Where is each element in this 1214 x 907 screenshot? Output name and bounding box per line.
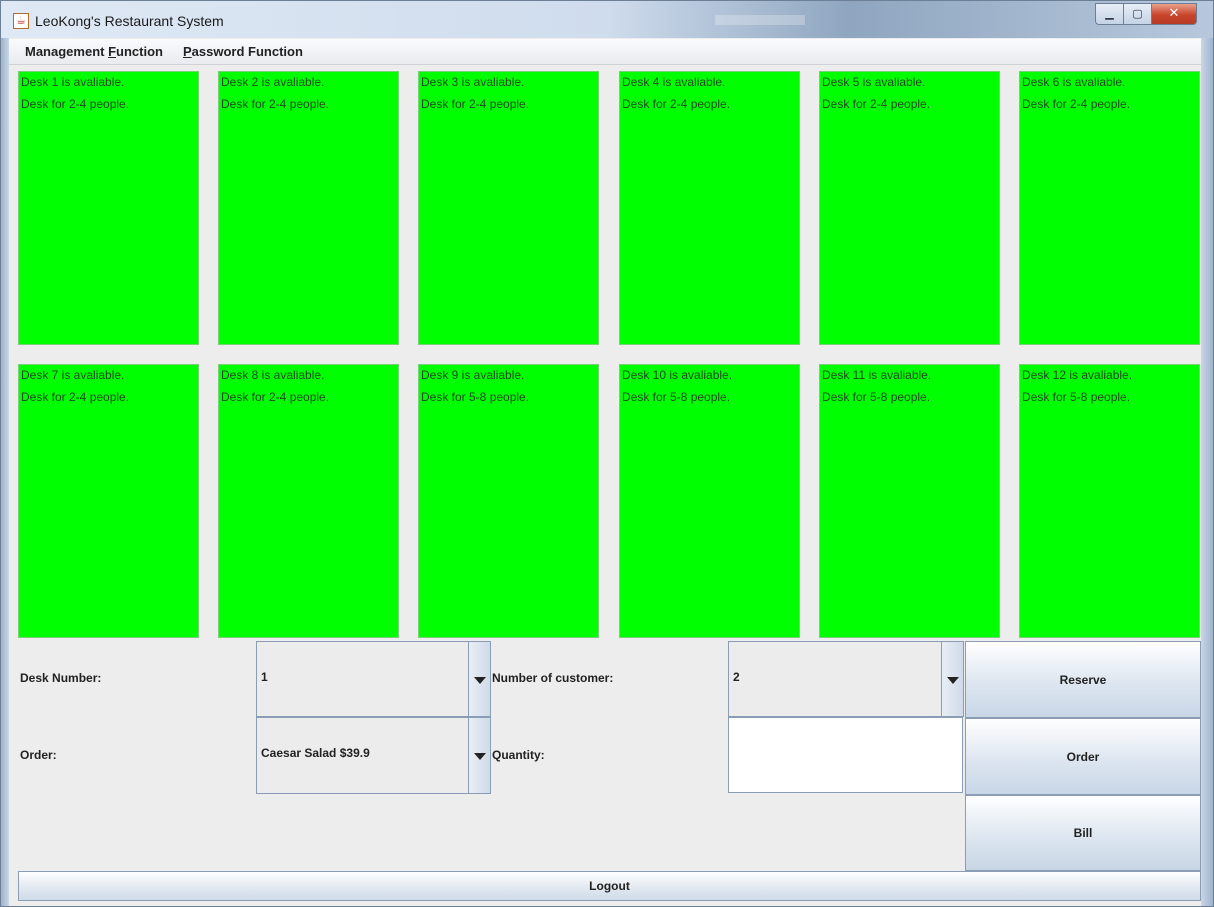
desk-status: Desk 6 is avaliable. (1022, 75, 1126, 89)
menu-password-function[interactable]: Password Function (183, 44, 303, 59)
desk-status: Desk 3 is avaliable. (421, 75, 525, 89)
chevron-down-icon[interactable] (468, 718, 490, 793)
menu-bar: Management Function Password Function (9, 39, 1201, 65)
menu-management-function[interactable]: Management Function (25, 44, 163, 59)
desk-11[interactable]: Desk 11 is avaliable. Desk for 5-8 people… (819, 364, 1000, 638)
menu-text: Management (25, 44, 109, 59)
desk-number-select[interactable]: 1 (256, 641, 491, 717)
logout-button[interactable]: Logout (18, 871, 1201, 901)
chevron-down-icon[interactable] (941, 642, 963, 716)
bill-button-label: Bill (1073, 826, 1093, 840)
desk-3[interactable]: Desk 3 is avaliable. Desk for 2-4 people. (418, 71, 599, 345)
desk-status: Desk 4 is avaliable. (622, 75, 726, 89)
close-icon[interactable]: ✕ (1151, 3, 1197, 25)
order-button-label: Order (1066, 749, 1100, 764)
desk-capacity: Desk for 5-8 people. (822, 390, 931, 404)
menu-mnemonic: F (108, 44, 117, 59)
desk-status: Desk 8 is avaliable. (221, 368, 325, 382)
window-title: LeoKong's Restaurant System (35, 13, 224, 29)
desk-1[interactable]: Desk 1 is avaliable. Desk for 2-4 people. (18, 71, 199, 345)
java-app-icon: ☕ (13, 13, 29, 29)
title-bar[interactable]: ☕ LeoKong's Restaurant System ▁ ▢ ✕ (1, 1, 1213, 38)
menu-text: unction (116, 44, 163, 59)
desk-status: Desk 2 is avaliable. (221, 75, 325, 89)
menu-mnemonic: P (183, 44, 192, 59)
desk-capacity: Desk for 5-8 people. (421, 390, 530, 404)
desk-9[interactable]: Desk 9 is avaliable. Desk for 5-8 people. (418, 364, 599, 638)
order-value: Caesar Salad $39.9 (261, 746, 370, 760)
desk-6[interactable]: Desk 6 is avaliable. Desk for 2-4 people. (1019, 71, 1200, 345)
desk-4[interactable]: Desk 4 is avaliable. Desk for 2-4 people. (619, 71, 800, 345)
maximize-icon[interactable]: ▢ (1123, 3, 1151, 25)
quantity-input[interactable] (728, 717, 963, 793)
order-button[interactable]: Order (965, 718, 1201, 795)
bill-button[interactable]: Bill (965, 795, 1201, 871)
customers-label: Number of customer: (492, 671, 614, 685)
desk-5[interactable]: Desk 5 is avaliable. Desk for 2-4 people. (819, 71, 1000, 345)
desk-status: Desk 11 is avaliable. (822, 368, 932, 382)
desk-status: Desk 5 is avaliable. (822, 75, 926, 89)
desk-capacity: Desk for 2-4 people. (421, 97, 530, 111)
quantity-label: Quantity: (492, 748, 545, 762)
app-window: ☕ LeoKong's Restaurant System ▁ ▢ ✕ Mana… (0, 0, 1214, 907)
minimize-icon[interactable]: ▁ (1095, 3, 1123, 25)
desk-capacity: Desk for 2-4 people. (1022, 97, 1131, 111)
chevron-down-icon[interactable] (468, 642, 490, 716)
order-select[interactable]: Caesar Salad $39.9 (256, 717, 491, 794)
desk-status: Desk 1 is avaliable. (21, 75, 125, 89)
desk-status: Desk 10 is avaliable. (622, 368, 733, 382)
desk-10[interactable]: Desk 10 is avaliable. Desk for 5-8 people… (619, 364, 800, 638)
desk-capacity: Desk for 2-4 people. (822, 97, 931, 111)
desk-capacity: Desk for 2-4 people. (21, 97, 130, 111)
desk-8[interactable]: Desk 8 is avaliable. Desk for 2-4 people. (218, 364, 399, 638)
customers-value: 2 (733, 670, 740, 684)
desk-capacity: Desk for 5-8 people. (622, 390, 731, 404)
window-right-border (1201, 38, 1213, 906)
window-controls: ▁ ▢ ✕ (1095, 3, 1197, 25)
customers-select[interactable]: 2 (728, 641, 964, 717)
desk-capacity: Desk for 2-4 people. (622, 97, 731, 111)
reserve-button[interactable]: Reserve (965, 641, 1201, 718)
titlebar-reflection (715, 15, 805, 25)
desk-capacity: Desk for 2-4 people. (221, 97, 330, 111)
desk-number-label: Desk Number: (20, 671, 102, 685)
desk-12[interactable]: Desk 12 is avaliable. Desk for 5-8 people… (1019, 364, 1200, 638)
reserve-button-label: Reserve (1059, 672, 1107, 687)
desk-capacity: Desk for 5-8 people. (1022, 390, 1131, 404)
desk-2[interactable]: Desk 2 is avaliable. Desk for 2-4 people. (218, 71, 399, 345)
desk-capacity: Desk for 2-4 people. (21, 390, 130, 404)
menu-text: assword Function (191, 44, 303, 59)
desk-status: Desk 9 is avaliable. (421, 368, 525, 382)
desk-status: Desk 12 is avaliable. (1022, 368, 1133, 382)
desk-7[interactable]: Desk 7 is avaliable. Desk for 2-4 people. (18, 364, 199, 638)
desk-capacity: Desk for 2-4 people. (221, 390, 330, 404)
desk-number-value: 1 (261, 670, 268, 684)
window-left-border (1, 38, 9, 906)
order-label: Order: (20, 748, 57, 762)
desk-status: Desk 7 is avaliable. (21, 368, 125, 382)
